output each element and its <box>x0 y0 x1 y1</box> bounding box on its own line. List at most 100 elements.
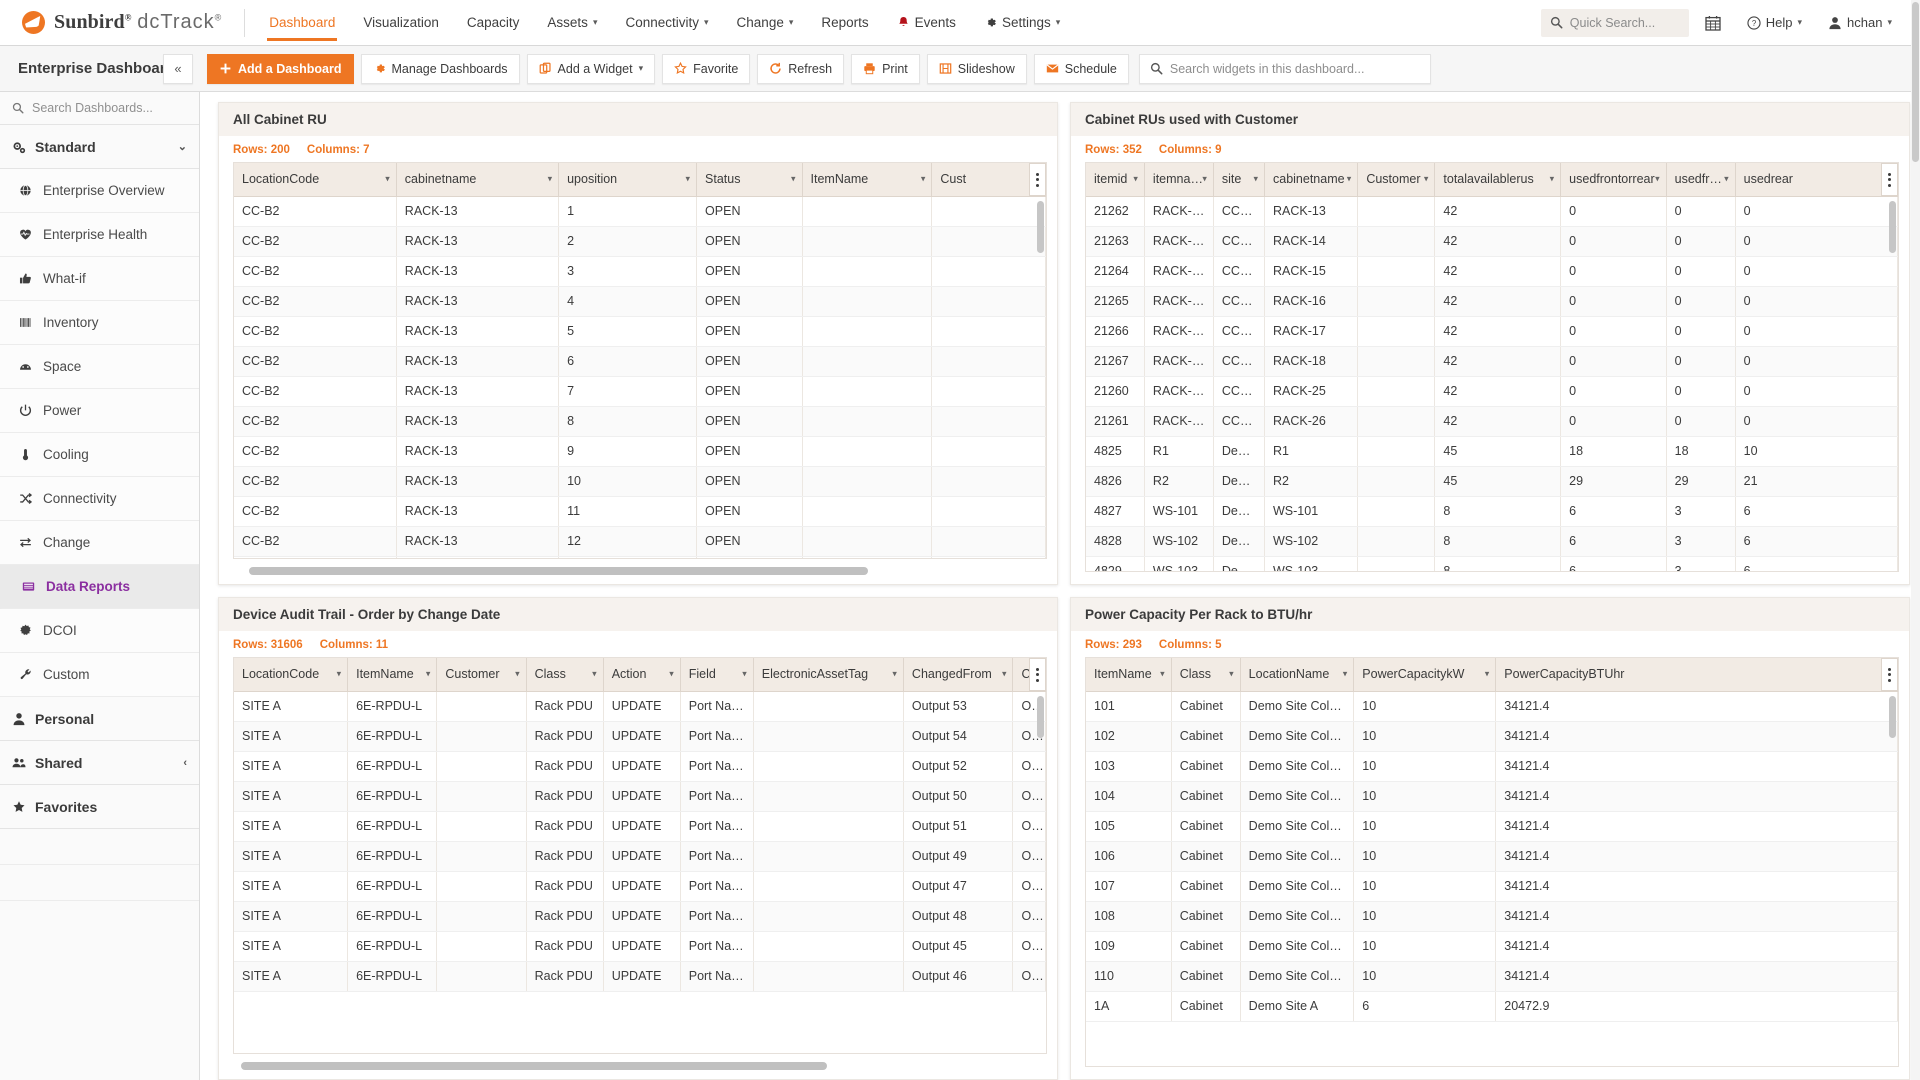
manage-dashboards-button[interactable]: Manage Dashboards <box>361 54 520 84</box>
column-options-menu-icon[interactable] <box>1029 658 1046 691</box>
table-row[interactable]: 1ACabinetDemo Site A620472.9 <box>1086 991 1898 1021</box>
column-options-menu-icon[interactable] <box>1881 658 1898 691</box>
chevron-down-icon[interactable]: ▾ <box>385 174 390 185</box>
table-row[interactable]: CC-B2RACK-137OPEN <box>234 376 1046 406</box>
table-row[interactable]: 108CabinetDemo Site Colocati...1034121.4 <box>1086 901 1898 931</box>
table-row[interactable]: 21266RACK-17CC-B2RACK-1742000 <box>1086 316 1898 346</box>
column-header[interactable]: cabinetname▾ <box>396 163 558 196</box>
column-options-menu-icon[interactable] <box>1881 163 1898 196</box>
favorite-button[interactable]: Favorite <box>662 54 750 84</box>
chevron-down-icon[interactable]: ▾ <box>426 669 431 680</box>
collapse-sidebar-button[interactable]: « <box>163 54 193 84</box>
help-menu[interactable]: ? Help ▾ <box>1737 0 1812 46</box>
nav-item-dashboard[interactable]: Dashboard <box>255 0 349 46</box>
sidebar-item-custom[interactable]: Custom <box>0 653 199 697</box>
table-row[interactable]: CC-B2RACK-138OPEN <box>234 406 1046 436</box>
sidebar-item-enterprise-health[interactable]: Enterprise Health <box>0 213 199 257</box>
sidebar-item-what-if[interactable]: What-if <box>0 257 199 301</box>
table-row[interactable]: 104CabinetDemo Site Colocati...1034121.4 <box>1086 781 1898 811</box>
refresh-button[interactable]: Refresh <box>757 54 844 84</box>
chevron-down-icon[interactable]: ▾ <box>1485 669 1490 680</box>
chevron-down-icon[interactable]: ⌄ <box>178 140 187 153</box>
schedule-button[interactable]: Schedule <box>1034 54 1129 84</box>
table-row[interactable]: SITE A6E-RPDU-LRack PDUUPDATEPort NameOu… <box>234 901 1046 931</box>
table-row[interactable]: 21267RACK-18CC-B2RACK-1842000 <box>1086 346 1898 376</box>
sidebar-group-personal[interactable]: Personal <box>0 697 199 741</box>
widget-search-input[interactable]: Search widgets in this dashboard... <box>1139 54 1431 84</box>
table-row[interactable]: 21265RACK-16CC-B2RACK-1642000 <box>1086 286 1898 316</box>
table-row[interactable]: CC-B2RACK-1313OPEN <box>234 556 1046 559</box>
table-row[interactable]: CC-B2RACK-132OPEN <box>234 226 1046 256</box>
sidebar-group-favorites[interactable]: Favorites <box>0 785 199 829</box>
chevron-down-icon[interactable]: ▾ <box>1550 174 1555 185</box>
table-row[interactable]: 110CabinetDemo Site Colocati...1034121.4 <box>1086 961 1898 991</box>
table-row[interactable]: SITE A6E-RPDU-LRack PDUUPDATEPort NameOu… <box>234 811 1046 841</box>
sidebar-item-connectivity[interactable]: Connectivity <box>0 477 199 521</box>
vertical-scrollbar-thumb[interactable] <box>1037 201 1044 253</box>
column-header[interactable]: itemid▾ <box>1086 163 1144 196</box>
table-row[interactable]: 21260RACK-25CC-B2RACK-2542000 <box>1086 376 1898 406</box>
horizontal-scrollbar[interactable] <box>233 565 1047 578</box>
table-row[interactable]: SITE A6E-RPDU-LRack PDUUPDATEPort NameOu… <box>234 721 1046 751</box>
column-header[interactable]: ItemName▾ <box>348 658 437 691</box>
nav-item-capacity[interactable]: Capacity <box>453 0 534 46</box>
sidebar-item-cooling[interactable]: Cooling <box>0 433 199 477</box>
vertical-scrollbar-thumb[interactable] <box>1037 696 1044 738</box>
chevron-down-icon[interactable]: ▾ <box>515 669 520 680</box>
table-row[interactable]: CC-B2RACK-1311OPEN <box>234 496 1046 526</box>
chevron-down-icon[interactable]: ▾ <box>1724 174 1729 185</box>
sidebar-item-inventory[interactable]: Inventory <box>0 301 199 345</box>
sidebar-group-standard[interactable]: Standard⌄ <box>0 125 199 169</box>
chevron-down-icon[interactable]: ▾ <box>1655 174 1660 185</box>
horizontal-scrollbar-thumb[interactable] <box>249 567 868 575</box>
column-header[interactable]: usedfrontorrear▾ <box>1561 163 1666 196</box>
chevron-down-icon[interactable]: ▾ <box>921 174 926 185</box>
sidebar-group-shared[interactable]: Shared‹ <box>0 741 199 785</box>
sidebar-item-change[interactable]: Change <box>0 521 199 565</box>
table-row[interactable]: 21262RACK-13CC-B2RACK-1342000 <box>1086 196 1898 226</box>
chevron-left-icon[interactable]: ‹ <box>183 757 187 769</box>
calendar-button[interactable] <box>1695 0 1731 46</box>
nav-item-change[interactable]: Change▾ <box>723 0 808 46</box>
column-header[interactable]: totalavailablerus▾ <box>1435 163 1561 196</box>
column-header[interactable]: LocationCode▾ <box>234 658 348 691</box>
table-row[interactable]: SITE A6E-RPDU-LRack PDUUPDATEPort NameOu… <box>234 781 1046 811</box>
table-row[interactable]: 21263RACK-14CC-B2RACK-1442000 <box>1086 226 1898 256</box>
table-row[interactable]: 102CabinetDemo Site Colocati...1034121.4 <box>1086 721 1898 751</box>
column-header[interactable]: Class▾ <box>526 658 603 691</box>
quick-search-input[interactable]: Quick Search... <box>1541 9 1689 37</box>
column-header[interactable]: usedfront▾ <box>1666 163 1735 196</box>
column-header[interactable]: Customer▾ <box>1358 163 1435 196</box>
table-row[interactable]: 4826R2Demo I...R245292921 <box>1086 466 1898 496</box>
table-row[interactable]: 21261RACK-26CC-B2RACK-2642000 <box>1086 406 1898 436</box>
page-scrollbar[interactable] <box>1911 0 1920 1080</box>
add-a-dashboard-button[interactable]: Add a Dashboard <box>207 54 354 84</box>
chevron-down-icon[interactable]: ▾ <box>1424 174 1429 185</box>
table-row[interactable]: SITE A6E-RPDU-LRack PDUUPDATEPort NameOu… <box>234 751 1046 781</box>
chevron-down-icon[interactable]: ▾ <box>742 669 747 680</box>
table-row[interactable]: 101CabinetDemo Site Colocati...1034121.4 <box>1086 691 1898 721</box>
column-header[interactable]: Field▾ <box>680 658 753 691</box>
table-row[interactable]: CC-B2RACK-133OPEN <box>234 256 1046 286</box>
table-row[interactable]: CC-B2RACK-134OPEN <box>234 286 1046 316</box>
chevron-down-icon[interactable]: ▾ <box>337 669 342 680</box>
chevron-down-icon[interactable]: ▾ <box>1202 174 1207 185</box>
column-header[interactable]: ItemName▾ <box>1086 658 1171 691</box>
table-row[interactable]: 105CabinetDemo Site Colocati...1034121.4 <box>1086 811 1898 841</box>
chevron-down-icon[interactable]: ▾ <box>592 669 597 680</box>
chevron-down-icon[interactable]: ▾ <box>892 669 897 680</box>
table-row[interactable]: 4828WS-102Demo I...WS-1028636 <box>1086 526 1898 556</box>
table-row[interactable]: 107CabinetDemo Site Colocati...1034121.4 <box>1086 871 1898 901</box>
table-row[interactable]: CC-B2RACK-135OPEN <box>234 316 1046 346</box>
add-a-widget-button[interactable]: Add a Widget▾ <box>527 54 656 84</box>
sidebar-item-dcoi[interactable]: DCOI <box>0 609 199 653</box>
chevron-down-icon[interactable]: ▾ <box>1133 174 1138 185</box>
vertical-scrollbar-thumb[interactable] <box>1889 696 1896 738</box>
column-header[interactable]: usedrear▾ <box>1735 163 1897 196</box>
chevron-down-icon[interactable]: ▾ <box>1253 174 1258 185</box>
table-row[interactable]: CC-B2RACK-131OPEN <box>234 196 1046 226</box>
column-header[interactable]: LocationCode▾ <box>234 163 396 196</box>
table-row[interactable]: SITE A6E-RPDU-LRack PDUUPDATEPort NameOu… <box>234 931 1046 961</box>
column-header[interactable]: itemname▾ <box>1144 163 1213 196</box>
table-row[interactable]: SITE A6E-RPDU-LRack PDUUPDATEPort NameOu… <box>234 871 1046 901</box>
